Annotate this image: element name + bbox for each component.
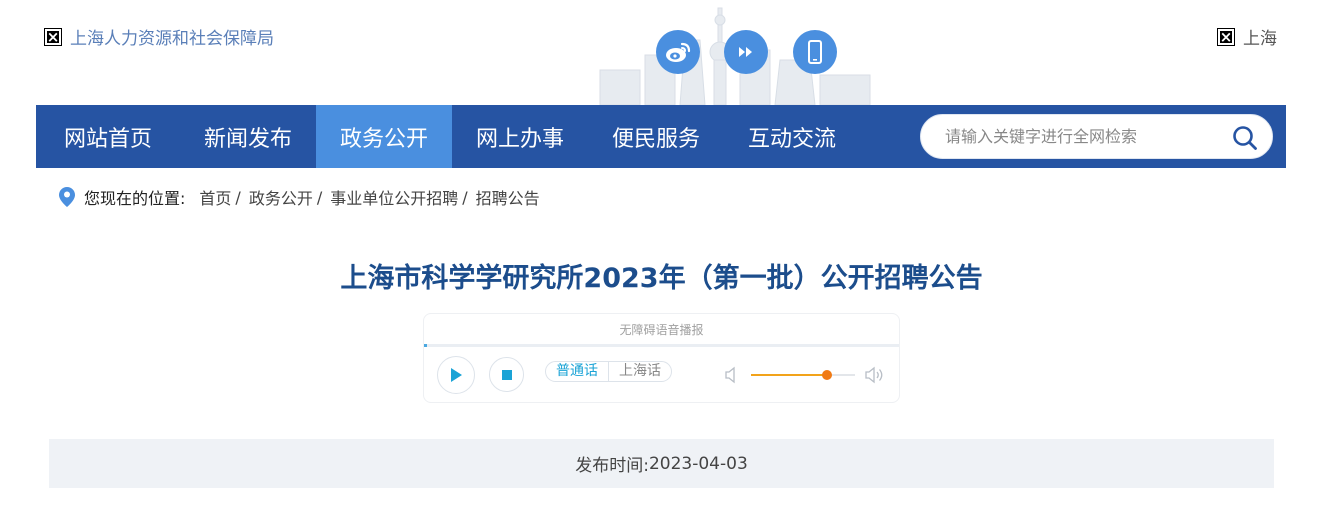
- city-selector[interactable]: 上海: [1217, 24, 1277, 49]
- search-icon[interactable]: [1232, 125, 1258, 151]
- breadcrumb-separator: /: [462, 187, 468, 207]
- weibo-link[interactable]: [656, 30, 700, 74]
- breadcrumb-gov-affairs[interactable]: 政务公开: [249, 185, 313, 209]
- volume-knob[interactable]: [821, 370, 832, 380]
- language-toggle: 普通话 上海话: [545, 361, 672, 382]
- publish-date: 2023-04-03: [648, 453, 748, 474]
- nav-item-interaction[interactable]: 互动交流: [724, 105, 860, 168]
- volume-up-icon[interactable]: [864, 365, 888, 385]
- stop-icon: [501, 369, 512, 380]
- volume-level: [751, 374, 827, 376]
- breadcrumb: 您现在的位置: 首页 / 政务公开 / 事业单位公开招聘 / 招聘公告: [58, 185, 540, 209]
- page-title: 上海市科学学研究所2023年（第一批）公开招聘公告: [340, 263, 983, 294]
- nav-item-home[interactable]: 网站首页: [36, 105, 180, 168]
- nav-item-gov-affairs[interactable]: 政务公开: [316, 105, 452, 168]
- fast-forward-icon: [739, 47, 752, 57]
- city-name[interactable]: 上海: [1243, 24, 1277, 49]
- fast-forward-link[interactable]: [724, 30, 768, 74]
- breadcrumb-separator: /: [316, 187, 323, 207]
- breadcrumb-label: 您现在的位置:: [84, 189, 186, 208]
- breadcrumb-recruitment[interactable]: 事业单位公开招聘: [330, 185, 458, 209]
- volume-slider[interactable]: [751, 370, 855, 380]
- audio-player: 无障碍语音播报 普通话 上海话: [423, 313, 900, 403]
- site-branding[interactable]: 上海人力资源和社会保障局: [44, 24, 274, 49]
- location-pin-icon: [59, 187, 75, 207]
- main-nav: 网站首页 新闻发布 政务公开 网上办事 便民服务 互动交流: [36, 105, 1286, 168]
- weibo-icon: [666, 42, 691, 62]
- breadcrumb-home[interactable]: 首页: [199, 185, 231, 209]
- volume-mute-icon[interactable]: [724, 365, 738, 385]
- player-title: 无障碍语音播报: [619, 323, 704, 337]
- broken-image-icon: [1217, 27, 1235, 46]
- publish-info: 发布时间: 2023-04-03: [49, 439, 1274, 488]
- play-icon: [451, 368, 462, 382]
- breadcrumb-announcement[interactable]: 招聘公告: [476, 185, 540, 209]
- play-button[interactable]: [437, 356, 475, 394]
- nav-item-public-services[interactable]: 便民服务: [588, 105, 724, 168]
- mobile-link[interactable]: [793, 30, 837, 74]
- stop-button[interactable]: [489, 357, 524, 392]
- lang-shanghainese[interactable]: 上海话: [609, 362, 671, 381]
- playback-progress-bar[interactable]: [424, 344, 899, 347]
- site-name[interactable]: 上海人力资源和社会保障局: [70, 24, 274, 49]
- nav-item-news[interactable]: 新闻发布: [180, 105, 316, 168]
- publish-label: 发布时间:: [575, 456, 649, 476]
- broken-image-icon: [44, 27, 62, 46]
- mobile-phone-icon: [808, 40, 822, 64]
- search-box: [920, 114, 1273, 159]
- lang-mandarin[interactable]: 普通话: [546, 362, 609, 381]
- nav-item-online-services[interactable]: 网上办事: [452, 105, 588, 168]
- breadcrumb-separator: /: [235, 187, 241, 207]
- search-input[interactable]: [945, 115, 1215, 158]
